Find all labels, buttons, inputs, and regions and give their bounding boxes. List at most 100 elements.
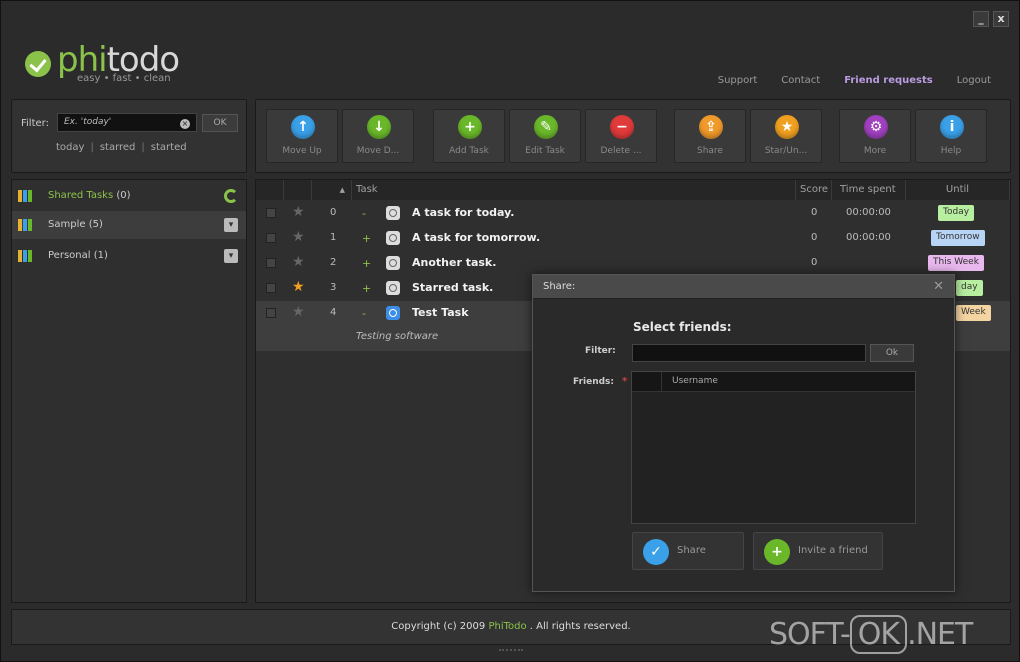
table-row[interactable]: ★ 2 + Another task. 0 This Week bbox=[256, 251, 1010, 276]
task-name: A task for today. bbox=[412, 206, 515, 219]
dialog-title: Share: bbox=[543, 281, 576, 292]
nav-contact-link[interactable]: Contact bbox=[781, 75, 820, 86]
friends-list[interactable]: Username bbox=[631, 371, 916, 524]
check-icon: ✓ bbox=[643, 539, 669, 565]
dialog-share-button[interactable]: ✓ Share bbox=[632, 532, 744, 570]
column-header-until[interactable]: Until bbox=[906, 180, 1010, 200]
sidebar-item-personal[interactable]: Personal (1) ▾ bbox=[12, 242, 246, 270]
filter-label: Filter: bbox=[21, 118, 49, 129]
task-time-spent: 00:00:00 bbox=[846, 232, 891, 243]
task-checkbox[interactable] bbox=[266, 308, 276, 318]
tasklist-icon bbox=[18, 190, 34, 202]
task-name: A task for tomorrow. bbox=[412, 231, 541, 244]
share-dialog: Share: ✕ Select friends: Filter: Ok Frie… bbox=[532, 274, 955, 592]
expand-toggle[interactable]: + bbox=[362, 282, 371, 295]
friends-select-column[interactable] bbox=[632, 372, 662, 392]
edit-task-button[interactable]: ✎ Edit Task bbox=[509, 109, 581, 163]
task-index: 3 bbox=[330, 282, 337, 293]
more-button[interactable]: ⚙ More bbox=[839, 109, 911, 163]
table-row[interactable]: ★ 0 - A task for today. 0 00:00:00 Today bbox=[256, 201, 1010, 226]
column-header-time[interactable]: Time spent bbox=[832, 180, 906, 200]
close-window-button[interactable]: x bbox=[993, 11, 1009, 27]
task-score: 0 bbox=[811, 232, 818, 243]
list-options-icon[interactable]: ▾ bbox=[224, 249, 238, 263]
task-clock-icon bbox=[386, 206, 400, 220]
toolbar-label: Add Task bbox=[449, 146, 489, 156]
table-row[interactable]: ★ 1 + A task for tomorrow. 0 00:00:00 To… bbox=[256, 226, 1010, 251]
dialog-filter-label: Filter: bbox=[585, 346, 616, 356]
star-icon[interactable]: ★ bbox=[292, 279, 305, 295]
help-button[interactable]: i Help bbox=[915, 109, 987, 163]
dialog-button-label: Share bbox=[677, 545, 706, 556]
dialog-filter-input[interactable] bbox=[632, 344, 866, 362]
column-header-score[interactable]: Score bbox=[796, 180, 832, 200]
star-icon[interactable]: ★ bbox=[292, 229, 305, 245]
tasklist-icon bbox=[18, 219, 34, 231]
until-badge: day bbox=[956, 280, 983, 296]
footer-brand-link[interactable]: PhiTodo bbox=[488, 621, 526, 632]
until-badge: Tomorrow bbox=[931, 230, 985, 246]
column-header-check[interactable] bbox=[256, 180, 284, 200]
refresh-icon[interactable] bbox=[224, 189, 238, 203]
toolbar-label: Move Up bbox=[282, 146, 322, 156]
toolbar-label: Share bbox=[697, 146, 723, 156]
share-button[interactable]: ⇪ Share bbox=[674, 109, 746, 163]
task-index: 1 bbox=[330, 232, 337, 243]
friends-label: Friends: bbox=[573, 377, 615, 387]
expand-toggle[interactable]: - bbox=[362, 307, 366, 320]
resize-grip[interactable] bbox=[499, 649, 523, 655]
task-index: 2 bbox=[330, 257, 337, 268]
task-name: Test Task bbox=[412, 306, 469, 319]
move-down-button[interactable]: ↓ Move D... bbox=[342, 109, 414, 163]
filter-link-started[interactable]: started bbox=[151, 142, 187, 153]
nav-logout-link[interactable]: Logout bbox=[957, 75, 991, 86]
sidebar-item-shared-tasks[interactable]: Shared Tasks (0) bbox=[12, 182, 246, 210]
username-column-header[interactable]: Username bbox=[672, 376, 718, 386]
clear-filter-icon[interactable]: × bbox=[180, 119, 190, 129]
column-header-index[interactable]: ▲ bbox=[312, 180, 352, 200]
top-nav: Support Contact Friend requests Logout bbox=[718, 75, 991, 86]
add-task-button[interactable]: + Add Task bbox=[433, 109, 505, 163]
expand-toggle[interactable]: - bbox=[362, 207, 366, 220]
filter-link-today[interactable]: today bbox=[56, 142, 84, 153]
star-icon[interactable]: ★ bbox=[292, 204, 305, 220]
footer-suffix: . All rights reserved. bbox=[529, 621, 631, 632]
task-list-sidebar: Shared Tasks (0) Sample (5) ▾ Personal (… bbox=[11, 179, 247, 603]
list-options-icon[interactable]: ▾ bbox=[224, 218, 238, 232]
nav-support-link[interactable]: Support bbox=[718, 75, 758, 86]
task-time-spent: 00:00:00 bbox=[846, 207, 891, 218]
delete-task-button[interactable]: − Delete ... bbox=[585, 109, 657, 163]
minimize-button[interactable]: _ bbox=[973, 11, 989, 27]
dialog-ok-button[interactable]: Ok bbox=[870, 344, 914, 362]
task-checkbox[interactable] bbox=[266, 208, 276, 218]
nav-friend-requests-link[interactable]: Friend requests bbox=[844, 75, 933, 86]
required-marker: * bbox=[622, 376, 628, 387]
toolbar-label: Delete ... bbox=[600, 146, 642, 156]
filter-link-starred[interactable]: starred bbox=[100, 142, 136, 153]
filter-ok-button[interactable]: OK bbox=[202, 114, 238, 132]
dialog-heading: Select friends: bbox=[633, 320, 732, 334]
star-icon[interactable]: ★ bbox=[292, 304, 305, 320]
move-up-button[interactable]: ↑ Move Up bbox=[266, 109, 338, 163]
task-score: 0 bbox=[811, 257, 818, 268]
plus-icon: + bbox=[458, 115, 482, 139]
task-checkbox[interactable] bbox=[266, 258, 276, 268]
task-checkbox[interactable] bbox=[266, 233, 276, 243]
checkmark-logo-icon bbox=[25, 51, 51, 77]
invite-friend-button[interactable]: + Invite a friend bbox=[753, 532, 883, 570]
star-unstar-button[interactable]: ★ Star/Un... bbox=[750, 109, 822, 163]
expand-toggle[interactable]: + bbox=[362, 257, 371, 270]
logo-text: phitodo bbox=[57, 43, 180, 77]
sidebar-item-sample[interactable]: Sample (5) ▾ bbox=[12, 211, 246, 239]
logo-tagline: easy • fast • clean bbox=[77, 73, 171, 84]
task-clock-icon bbox=[386, 281, 400, 295]
task-index: 4 bbox=[330, 307, 337, 318]
arrow-down-icon: ↓ bbox=[367, 115, 391, 139]
close-icon[interactable]: ✕ bbox=[933, 279, 944, 294]
star-icon[interactable]: ★ bbox=[292, 254, 305, 270]
column-header-task[interactable]: Task bbox=[352, 180, 796, 200]
expand-toggle[interactable]: + bbox=[362, 232, 371, 245]
task-checkbox[interactable] bbox=[266, 283, 276, 293]
filter-input[interactable]: Ex. 'today' bbox=[57, 113, 197, 132]
column-header-star[interactable] bbox=[284, 180, 312, 200]
